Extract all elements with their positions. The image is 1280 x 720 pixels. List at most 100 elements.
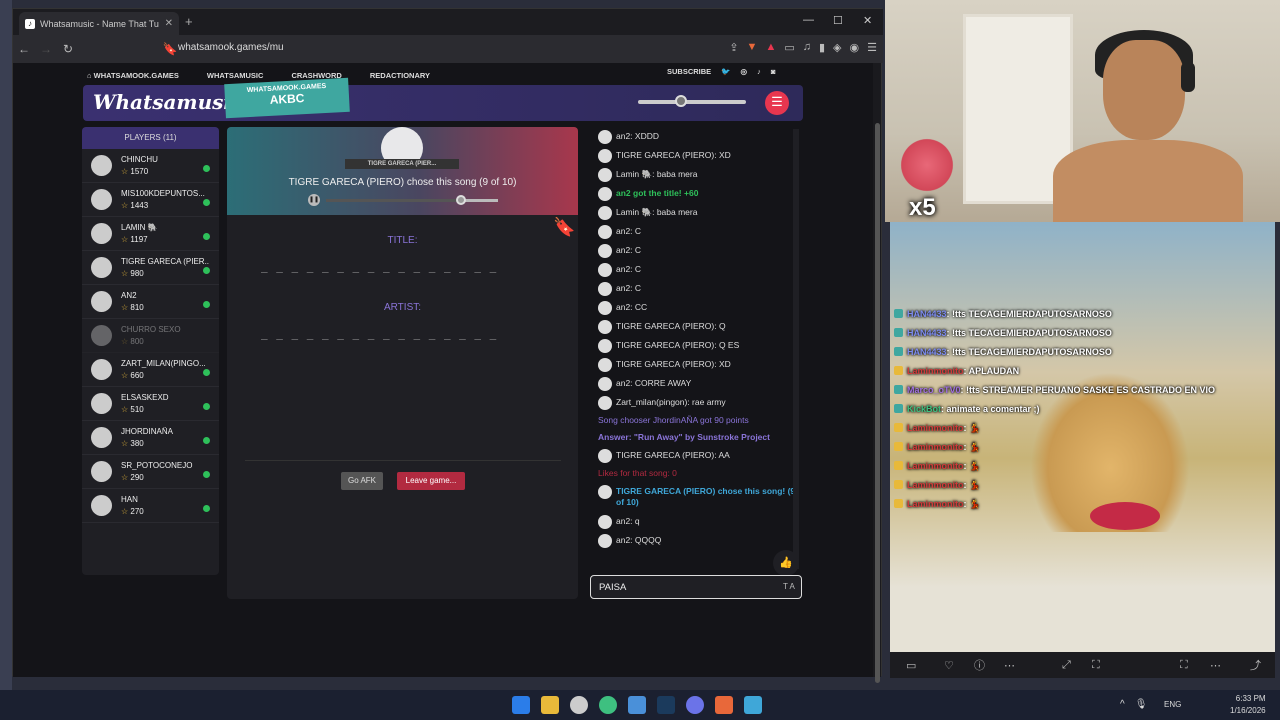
discord-taskbar-icon[interactable] xyxy=(686,696,704,714)
page-scrollbar-thumb[interactable] xyxy=(875,123,880,683)
media-icon[interactable]: ♫ xyxy=(803,41,811,54)
stream-chat-user: KickBot xyxy=(907,404,942,414)
stream-chat-user: Laminmonito xyxy=(907,499,964,509)
tiktok-icon[interactable]: ♪ xyxy=(757,67,761,76)
player-row[interactable]: HAN ☆ 270 xyxy=(82,489,219,523)
chat-badge-icon xyxy=(894,423,903,432)
chat-text: an2: QQQQ xyxy=(616,535,662,545)
chat-avatar xyxy=(598,225,612,239)
player-row[interactable]: CHINCHU ☆ 1570 xyxy=(82,149,219,183)
start-icon[interactable] xyxy=(512,696,530,714)
more-icon[interactable]: ⋯ xyxy=(1004,659,1015,672)
player-row[interactable]: ZART_MILAN(PINGO... ☆ 660 xyxy=(82,353,219,387)
chat-message: Lamin 🐘: baba mera xyxy=(590,165,802,184)
song-progress-fill xyxy=(326,199,462,202)
file-explorer-icon[interactable] xyxy=(541,696,559,714)
brave-icon[interactable] xyxy=(715,696,733,714)
player-list: CHINCHU ☆ 1570 MIS100KDEPUNTOS... ☆ 1443 LAM… xyxy=(82,149,219,523)
like-icon[interactable]: ♡ xyxy=(944,659,954,672)
hamburger-menu-icon[interactable]: ☰ xyxy=(765,91,789,115)
pause-icon[interactable]: ❚❚ xyxy=(308,194,320,206)
brave-shield-icon[interactable]: ▼ xyxy=(747,41,758,54)
obs-icon[interactable] xyxy=(570,696,588,714)
player-row[interactable]: JHORDINAÑA ☆ 380 xyxy=(82,421,219,455)
close-window-icon[interactable]: ✕ xyxy=(863,14,872,27)
fullscreen-icon[interactable]: ⛶ xyxy=(1180,659,1188,672)
url-field[interactable]: whatsamook.games/mu xyxy=(178,42,284,53)
sidebar-icon[interactable]: ▭ xyxy=(784,41,794,54)
site-nav-home[interactable]: ⌂ WHATSAMOOK.GAMES xyxy=(87,71,179,80)
steam-icon[interactable] xyxy=(657,696,675,714)
menu-icon[interactable]: ☰ xyxy=(867,41,877,54)
expand-icon[interactable]: ⤢ xyxy=(1062,659,1071,672)
options-icon[interactable]: ⋯ xyxy=(1210,659,1221,672)
webcam-streamer-body xyxy=(1053,140,1243,222)
taskbar-apps xyxy=(512,696,762,714)
player-row[interactable]: ELSASKEXD ☆ 510 xyxy=(82,387,219,421)
site-nav-whatsamusic[interactable]: WHATSAMUSIC xyxy=(207,71,264,80)
player-row[interactable]: TIGRE GARECA (PIER... ☆ 980 xyxy=(82,251,219,285)
tab-whatsamusic[interactable]: ♪ Whatsamusic - Name That Tu ✕ xyxy=(19,12,179,35)
share-icon[interactable]: ⇪ xyxy=(729,41,738,54)
language-indicator[interactable]: ENG xyxy=(1164,700,1181,709)
close-tab-icon[interactable]: ✕ xyxy=(165,18,173,29)
chat-text: TIGRE GARECA (PIERO) chose this song! (9… xyxy=(616,486,796,507)
chat-scrollbar[interactable] xyxy=(793,129,799,569)
vpn-icon[interactable]: ◉ xyxy=(850,41,860,54)
player-name: ELSASKEXD xyxy=(121,393,169,402)
player-row[interactable]: CHURRO SEXO ☆ 800 xyxy=(82,319,219,353)
wallet-icon[interactable]: ◈ xyxy=(833,41,841,54)
player-points-value: 660 xyxy=(130,371,144,380)
minimize-icon[interactable]: — xyxy=(803,14,814,26)
player-row[interactable]: AN2 ☆ 810 xyxy=(82,285,219,319)
back-icon[interactable]: ← xyxy=(13,42,35,56)
chat-input-tools[interactable]: T A xyxy=(783,582,795,591)
page-scrollbar[interactable] xyxy=(873,63,881,683)
leave-game-button[interactable]: Leave game... xyxy=(397,472,465,490)
player-row[interactable]: MIS100KDEPUNTOS... ☆ 1443 xyxy=(82,183,219,217)
clock[interactable]: 6:33 PM 1/16/2026 xyxy=(1230,693,1266,717)
player-row[interactable]: SR_POTOCONEJO ☆ 290 xyxy=(82,455,219,489)
chat-text: TIGRE GARECA (PIERO): Q xyxy=(616,321,726,331)
discord-icon[interactable]: ◙ xyxy=(771,67,776,76)
player-points: ☆ 510 xyxy=(121,405,144,414)
maximize-icon[interactable]: ☐ xyxy=(833,14,843,27)
chooser-ribbon: TIGRE GARECA (PIER... xyxy=(345,159,459,169)
player-points: ☆ 290 xyxy=(121,473,144,482)
stream-chat-text: : 💃 xyxy=(963,480,981,490)
logo[interactable]: Whatsamusic xyxy=(93,90,243,114)
players-title: PLAYERS (11) xyxy=(82,127,219,149)
subscribe-link[interactable]: SUBSCRIBE xyxy=(667,67,711,76)
browser-window: ♪ Whatsamusic - Name That Tu ✕ + — ☐ ✕ ←… xyxy=(12,8,883,683)
tray-chevron-icon[interactable]: ^ xyxy=(1120,699,1125,710)
microphone-icon[interactable]: 🎙 xyxy=(1135,699,1148,710)
instagram-icon[interactable]: ◎ xyxy=(741,67,748,76)
volume-knob[interactable] xyxy=(675,95,687,107)
info-icon[interactable]: ⓘ xyxy=(974,657,985,673)
clock-time: 6:33 PM xyxy=(1235,694,1266,703)
chat-avatar xyxy=(598,244,612,258)
twitter-icon[interactable]: 🐦 xyxy=(721,67,730,76)
like-song-icon[interactable]: 👍 xyxy=(773,550,799,576)
app2-icon[interactable] xyxy=(744,696,762,714)
site-nav-redactionary[interactable]: REDACTIONARY xyxy=(370,71,430,80)
chrome-icon[interactable] xyxy=(599,696,617,714)
volume-slider[interactable] xyxy=(638,100,746,104)
rewards-icon[interactable]: ▲ xyxy=(765,41,776,54)
panel-icon[interactable]: ▮ xyxy=(819,41,825,54)
chat-input[interactable]: PAISA xyxy=(590,575,802,599)
player-points: ☆ 810 xyxy=(121,303,144,312)
popout-icon[interactable]: ⤴ xyxy=(1250,657,1261,673)
go-afk-button[interactable]: Go AFK xyxy=(341,472,383,490)
player-avatar xyxy=(91,393,112,414)
player-name: AN2 xyxy=(121,291,137,300)
new-tab-icon[interactable]: + xyxy=(185,14,193,29)
player-row[interactable]: LAMIN 🐘 ☆ 1197 xyxy=(82,217,219,251)
song-progress-knob[interactable] xyxy=(455,195,466,205)
chat-avatar xyxy=(598,282,612,296)
reload-icon[interactable]: ↻ xyxy=(57,42,79,56)
picture-in-picture-icon[interactable]: ▭ xyxy=(906,659,916,672)
app-icon[interactable] xyxy=(628,696,646,714)
crop-icon[interactable]: ⛶ xyxy=(1092,659,1100,672)
forward-icon[interactable]: → xyxy=(35,42,57,56)
